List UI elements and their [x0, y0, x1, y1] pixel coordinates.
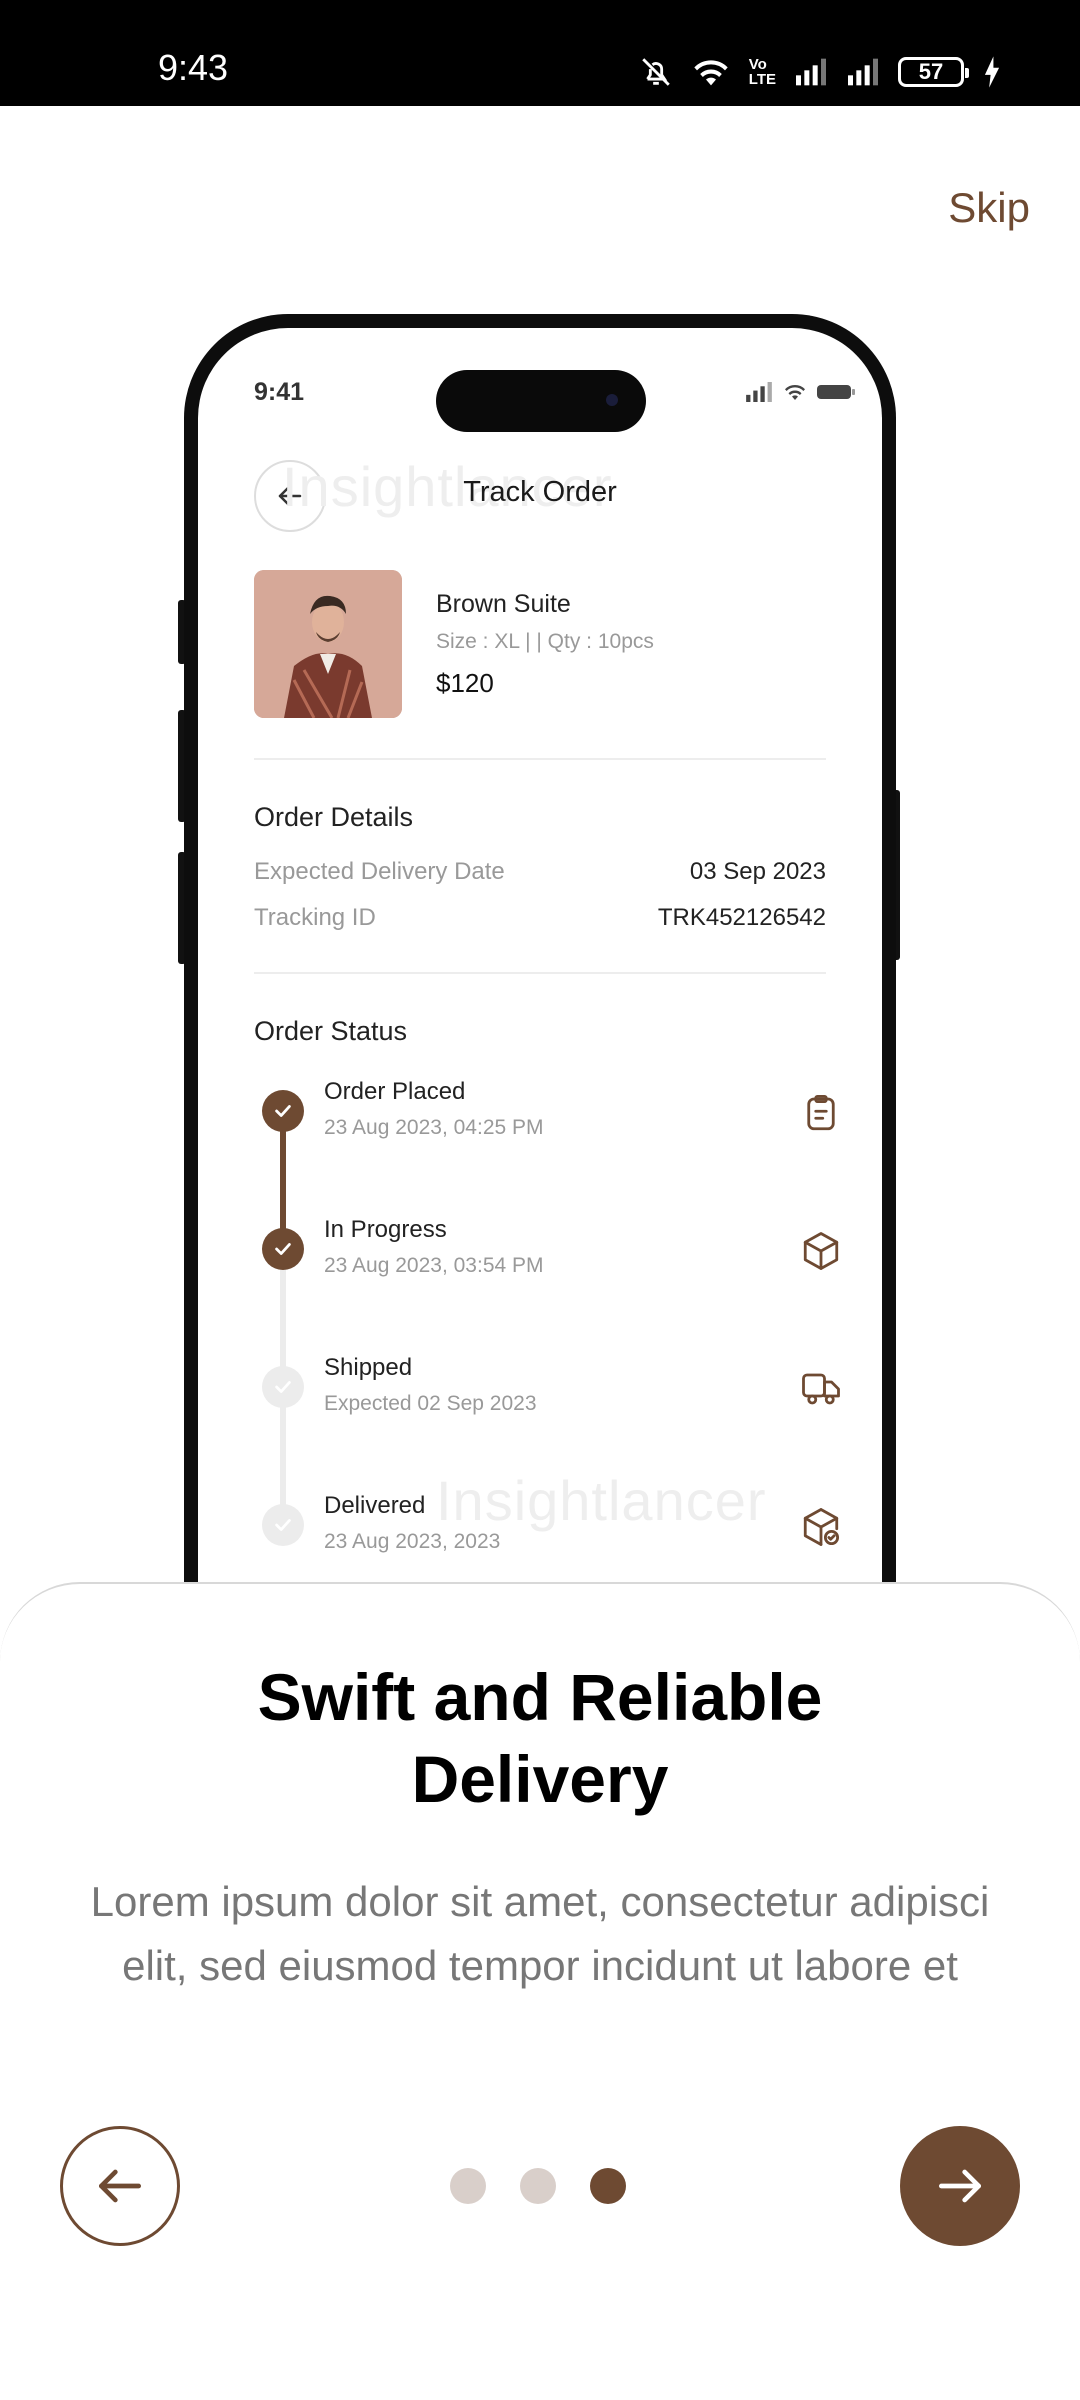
volte-icon: Vo LTE [748, 56, 776, 88]
headline-line: Swift and Reliable [257, 1660, 823, 1734]
detail-value: TRK452126542 [657, 904, 826, 931]
step-check [262, 1090, 304, 1132]
step-check [262, 1366, 304, 1408]
arrow-left-icon [99, 2169, 142, 2203]
order-details-title: Order Details [254, 802, 414, 832]
step-check [262, 1504, 304, 1546]
step-subtitle: 23 Aug 2023, 03:54 PM [324, 1254, 544, 1277]
signal-icon [794, 57, 828, 87]
battery-icon: 57 [898, 57, 969, 87]
check-icon [275, 1519, 291, 1531]
onboarding-headline: Swift and Reliable Delivery [0, 1656, 1080, 1820]
step-subtitle: 23 Aug 2023, 04:25 PM [324, 1116, 544, 1139]
mockup-status-time: 9:41 [254, 378, 305, 406]
product-name: Brown Suite [436, 590, 571, 618]
page-dot [450, 2168, 486, 2204]
next-button[interactable] [900, 2126, 1020, 2246]
battery-icon [817, 385, 855, 399]
divider [254, 972, 826, 974]
order-status-title: Order Status [254, 1016, 408, 1046]
status-time: 9:43 [158, 47, 229, 88]
status-icons: Vo LTE 57 [639, 52, 1002, 92]
signal-icon [746, 382, 772, 402]
description-line: elit, sed eiusmod tempor incidunt ut lab… [122, 1942, 958, 1989]
signal-icon [846, 57, 880, 87]
check-icon [275, 1243, 291, 1255]
divider [254, 758, 826, 760]
step-check [262, 1228, 304, 1270]
page-dot [520, 2168, 556, 2204]
check-icon [275, 1381, 291, 1393]
clipboard-icon [807, 1094, 835, 1131]
product-price: $120 [436, 668, 494, 698]
product-meta: Size : XL | | Qty : 10pcs [436, 630, 654, 653]
arrow-right-icon [939, 2169, 981, 2203]
page-indicator [450, 2168, 626, 2204]
page-dot-active [590, 2168, 626, 2204]
dynamic-island [436, 370, 646, 432]
wifi-icon [691, 55, 731, 89]
truck-icon [802, 1373, 840, 1405]
watermark: Insightlancer [436, 1469, 767, 1532]
step-title: Order Placed [324, 1078, 466, 1105]
step-title: Shipped [324, 1354, 413, 1381]
description-line: Lorem ipsum dolor sit amet, consectetur … [90, 1878, 990, 1925]
phone-mockup: 9:41 Insightlancer Track Order Brown Sui… [184, 314, 896, 1614]
battery-level: 57 [918, 59, 944, 84]
step-subtitle: Expected 02 Sep 2023 [324, 1392, 537, 1415]
wifi-icon [785, 385, 805, 400]
detail-value: 03 Sep 2023 [689, 858, 826, 885]
step-title: In Progress [324, 1216, 447, 1243]
step-title: Delivered [324, 1492, 426, 1519]
onboarding-description: Lorem ipsum dolor sit amet, consectetur … [40, 1870, 1040, 1998]
status-bar: 9:43 Vo LTE 57 [0, 0, 1080, 106]
skip-button[interactable]: Skip [948, 184, 1030, 232]
mockup-status-icons [744, 382, 856, 402]
step-subtitle: 23 Aug 2023, 2023 [324, 1530, 501, 1553]
mute-icon [639, 55, 673, 89]
box-check-icon [803, 1508, 840, 1546]
headline-line: Delivery [411, 1742, 669, 1816]
check-icon [275, 1105, 291, 1117]
detail-label: Expected Delivery Date [254, 858, 505, 885]
box-icon [803, 1232, 839, 1270]
charging-icon [982, 55, 1002, 89]
detail-label: Tracking ID [254, 904, 376, 931]
page-title: Track Order [463, 476, 617, 508]
onboarding-sheet: Swift and Reliable Delivery Lorem ipsum … [0, 1582, 1080, 2400]
previous-button[interactable] [60, 2126, 180, 2246]
product-image [254, 570, 402, 718]
